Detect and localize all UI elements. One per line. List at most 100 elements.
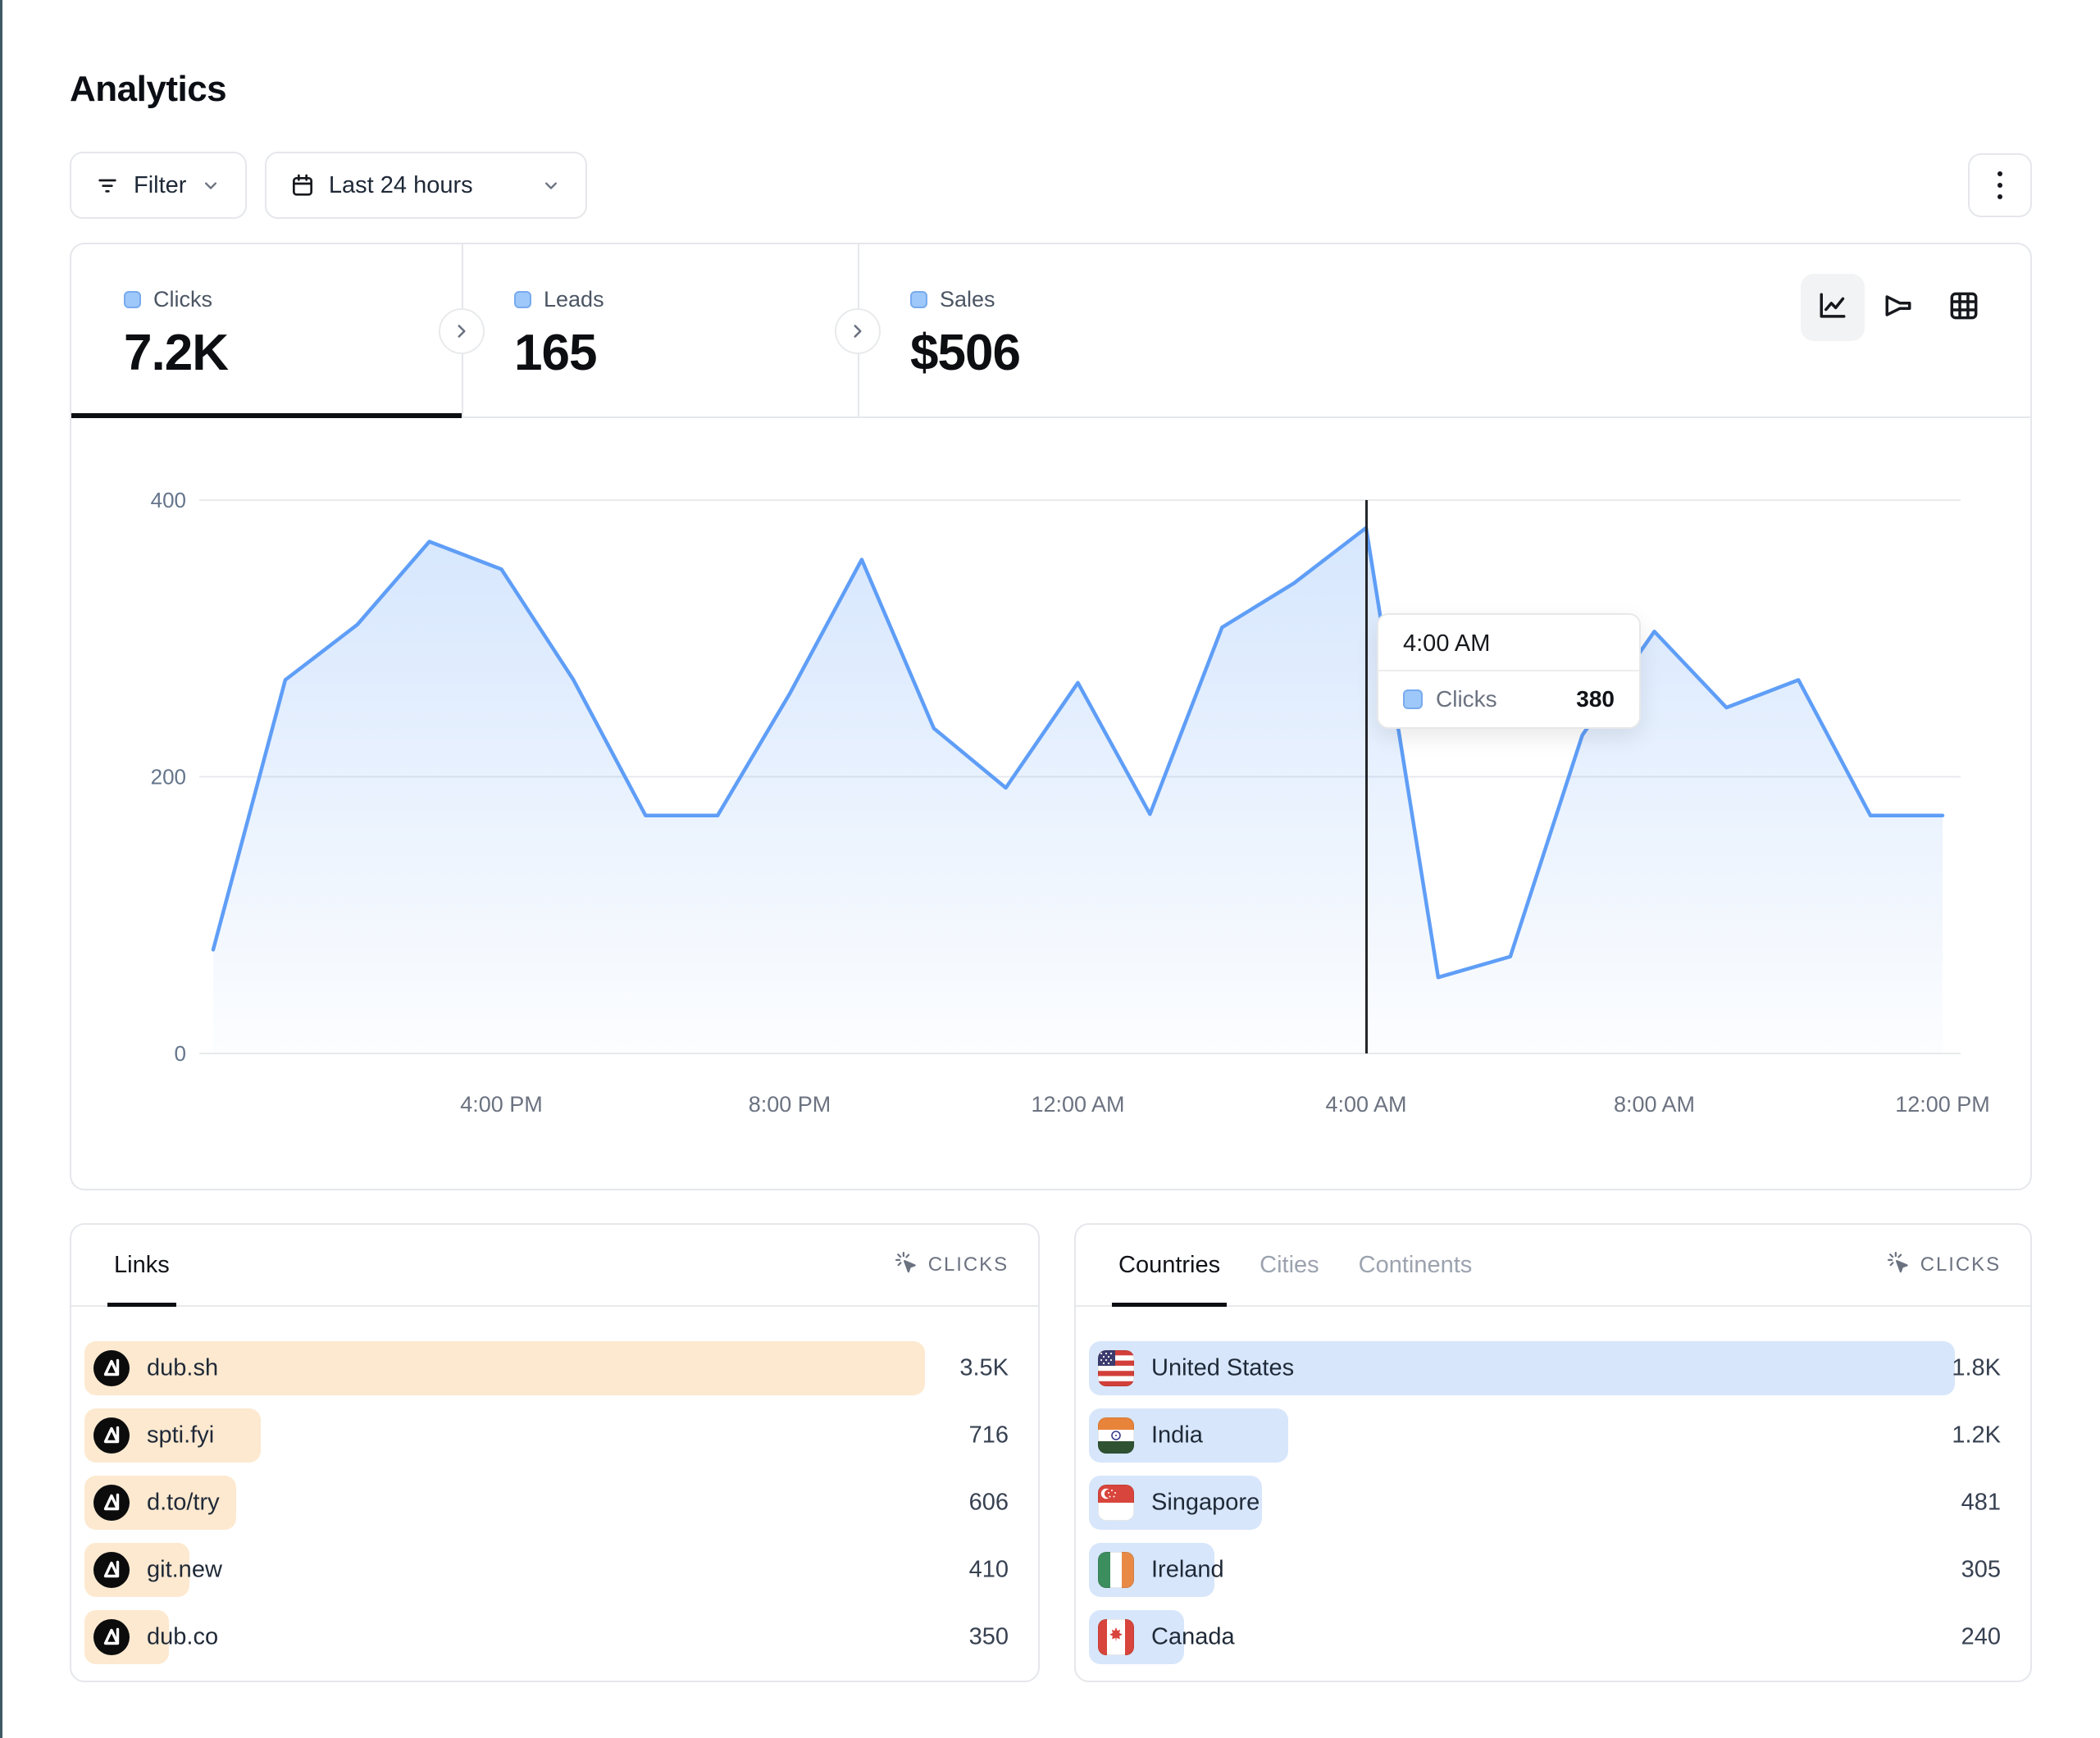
line-chart-view-button[interactable] bbox=[1801, 274, 1865, 341]
chart-view-switcher bbox=[1801, 274, 1996, 341]
row-label: dub.sh bbox=[147, 1355, 218, 1382]
row-value: 3.5K bbox=[959, 1355, 1009, 1382]
list-item[interactable]: Canada 240 bbox=[1089, 1610, 2001, 1664]
row-value: 410 bbox=[969, 1557, 1009, 1584]
x-axis-tick: 4:00 AM bbox=[1325, 1092, 1406, 1117]
flag-ca-icon bbox=[1098, 1619, 1134, 1655]
row-value: 305 bbox=[1961, 1557, 2001, 1584]
date-range-label: Last 24 hours bbox=[329, 172, 473, 199]
tab-continents[interactable]: Continents bbox=[1359, 1225, 1473, 1305]
flag-us-icon bbox=[1098, 1350, 1134, 1386]
page-title: Analytics bbox=[70, 69, 226, 110]
chart-tooltip: 4:00 AM Clicks 380 bbox=[1377, 613, 1641, 729]
list-item[interactable]: Ireland305 bbox=[1089, 1543, 2001, 1597]
x-axis-tick: 8:00 AM bbox=[1614, 1092, 1695, 1117]
table-view-button[interactable] bbox=[1932, 274, 1996, 341]
list-item[interactable]: dub.co350 bbox=[84, 1610, 1009, 1664]
cursor-click-icon bbox=[894, 1250, 918, 1281]
filter-button[interactable]: Filter bbox=[70, 152, 247, 219]
list-item[interactable]: Singapore 481 bbox=[1089, 1476, 2001, 1530]
x-axis-tick: 4:00 PM bbox=[460, 1092, 543, 1117]
filter-icon bbox=[94, 172, 121, 198]
row-label: India bbox=[1151, 1422, 1203, 1449]
row-value: 1.2K bbox=[1952, 1422, 2001, 1449]
active-stat-underline bbox=[71, 413, 462, 418]
links-metric-label: CLICKS bbox=[928, 1253, 1009, 1276]
table-grid-icon bbox=[1946, 288, 1982, 328]
list-item[interactable]: spti.fyi 716 bbox=[84, 1408, 1009, 1463]
tab-cities[interactable]: Cities bbox=[1260, 1225, 1319, 1305]
stat-label: Leads bbox=[514, 287, 858, 312]
row-value: 481 bbox=[1961, 1490, 2001, 1517]
dub-logo-icon bbox=[93, 1485, 130, 1521]
more-options-button[interactable] bbox=[1968, 153, 2032, 217]
stat-label: Clicks bbox=[124, 287, 462, 312]
dub-logo-icon bbox=[93, 1350, 130, 1386]
row-value: 716 bbox=[969, 1422, 1009, 1449]
analytics-card: Clicks 7.2K Leads 165 Sales $506 bbox=[70, 243, 2032, 1190]
kebab-icon bbox=[1998, 171, 2002, 199]
stat-card-clicks[interactable]: Clicks 7.2K bbox=[71, 244, 462, 416]
countries-list: United States 1.8K India 1.2K Singapore 481 Ir… bbox=[1089, 1341, 2001, 1677]
x-axis-tick: 12:00 PM bbox=[1895, 1092, 1990, 1117]
y-axis-tick: 200 bbox=[151, 765, 186, 789]
list-item[interactable]: India 1.2K bbox=[1089, 1408, 2001, 1463]
x-axis-tick: 8:00 PM bbox=[749, 1092, 831, 1117]
tab-links[interactable]: Links bbox=[114, 1225, 170, 1305]
y-axis-tick: 0 bbox=[175, 1041, 186, 1066]
row-value: 240 bbox=[1961, 1624, 2001, 1651]
cursor-click-icon bbox=[1886, 1250, 1911, 1281]
row-value: 1.8K bbox=[1952, 1355, 2001, 1382]
row-label: Canada bbox=[1151, 1624, 1235, 1651]
stat-value: 165 bbox=[514, 324, 858, 382]
leads-legend-chip-icon bbox=[514, 291, 531, 308]
clicks-legend-chip-icon bbox=[124, 291, 141, 308]
countries-metric-selector[interactable]: CLICKS bbox=[1886, 1225, 2001, 1305]
dub-logo-icon bbox=[93, 1619, 130, 1655]
row-label: United States bbox=[1151, 1355, 1294, 1382]
row-label: spti.fyi bbox=[147, 1422, 214, 1449]
toolbar: Filter Last 24 hours bbox=[70, 152, 2032, 219]
date-range-button[interactable]: Last 24 hours bbox=[265, 152, 587, 219]
expand-leads-button[interactable] bbox=[835, 308, 881, 354]
line-chart-icon bbox=[1815, 288, 1851, 328]
dub-logo-icon bbox=[93, 1552, 130, 1588]
row-value: 606 bbox=[969, 1490, 1009, 1517]
links-tabs: Links bbox=[114, 1225, 209, 1305]
expand-clicks-button[interactable] bbox=[439, 308, 485, 354]
tooltip-time: 4:00 AM bbox=[1378, 615, 1639, 670]
chevron-down-icon bbox=[199, 174, 222, 197]
tooltip-value: 380 bbox=[1576, 686, 1615, 712]
list-item[interactable]: d.to/try606 bbox=[84, 1476, 1009, 1530]
countries-metric-label: CLICKS bbox=[1920, 1253, 2001, 1276]
row-label: dub.co bbox=[147, 1624, 218, 1651]
flag-sg-icon bbox=[1098, 1485, 1134, 1521]
stat-label-text: Leads bbox=[544, 287, 604, 312]
flag-in-icon bbox=[1098, 1417, 1134, 1454]
countries-panel-header: Countries Cities Continents CLICKS bbox=[1076, 1225, 2030, 1307]
clicks-chart[interactable]: 0 200 400 4:00 PM 8:00 PM 12:00 AM 4:00 AM 8:00… bbox=[71, 418, 2030, 1189]
list-item[interactable]: dub.sh 3.5K bbox=[84, 1341, 1009, 1395]
tooltip-series: Clicks bbox=[1436, 686, 1563, 712]
list-item[interactable]: git.new410 bbox=[84, 1543, 1009, 1597]
links-panel: Links CLICKS dub.sh 3.5K spti.fyi 716 d.to/t… bbox=[70, 1223, 1040, 1682]
tab-countries[interactable]: Countries bbox=[1118, 1225, 1220, 1305]
x-axis-tick: 12:00 AM bbox=[1031, 1092, 1124, 1117]
chart-hover-line bbox=[1365, 500, 1368, 1053]
funnel-chart-view-button[interactable] bbox=[1866, 274, 1930, 341]
dub-logo-icon bbox=[93, 1417, 130, 1454]
chevron-down-icon bbox=[540, 174, 563, 197]
flag-ie-icon bbox=[1098, 1552, 1134, 1588]
list-item[interactable]: United States 1.8K bbox=[1089, 1341, 2001, 1395]
links-metric-selector[interactable]: CLICKS bbox=[894, 1225, 1009, 1305]
row-label: Singapore bbox=[1151, 1490, 1260, 1517]
sales-legend-chip-icon bbox=[910, 291, 927, 308]
stat-card-leads[interactable]: Leads 165 bbox=[462, 244, 858, 416]
tooltip-row: Clicks 380 bbox=[1378, 671, 1639, 727]
filter-button-label: Filter bbox=[134, 172, 186, 199]
calendar-icon bbox=[289, 172, 316, 198]
stats-row: Clicks 7.2K Leads 165 Sales $506 bbox=[71, 244, 2030, 418]
clicks-area-fill bbox=[213, 528, 1943, 1053]
y-axis-tick: 400 bbox=[151, 488, 186, 512]
stat-value: 7.2K bbox=[124, 324, 462, 382]
